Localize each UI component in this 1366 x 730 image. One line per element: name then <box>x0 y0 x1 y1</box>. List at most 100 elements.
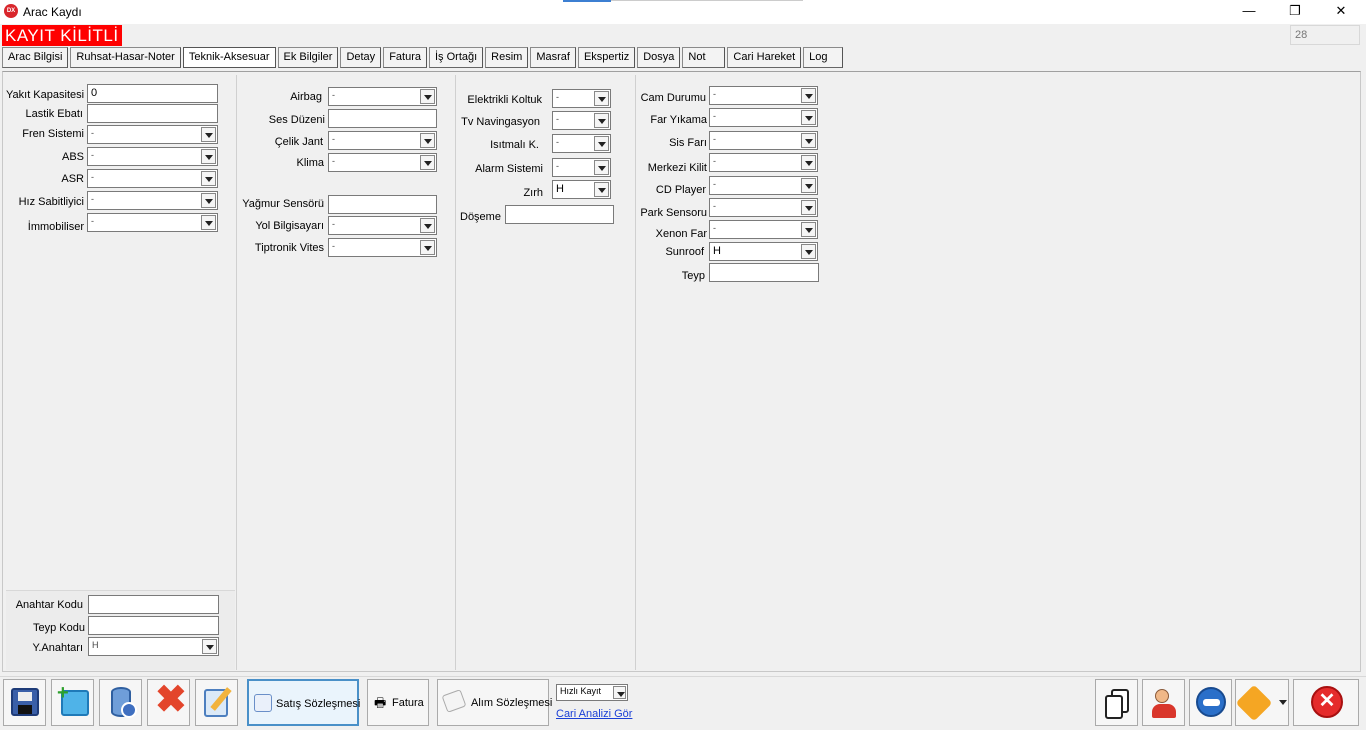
database-button[interactable] <box>99 679 142 726</box>
alarm-combo[interactable]: - <box>552 158 611 177</box>
tag-button[interactable] <box>1235 679 1289 726</box>
tag-dropdown-icon[interactable] <box>1279 700 1287 705</box>
cd-dropdown-icon[interactable] <box>801 178 816 193</box>
tab-fatura[interactable]: Fatura <box>383 47 427 68</box>
tab-ekspertiz[interactable]: Ekspertiz <box>577 47 636 68</box>
xenon-dropdown-icon[interactable] <box>801 222 816 237</box>
yol-dropdown-icon[interactable] <box>420 218 435 233</box>
zirh-dropdown-icon[interactable] <box>594 182 609 197</box>
jant-combo[interactable]: - <box>328 131 437 150</box>
far-dropdown-icon[interactable] <box>801 110 816 125</box>
fren-dropdown-icon[interactable] <box>201 127 216 142</box>
fren-combo[interactable]: - <box>87 125 218 144</box>
asr-dropdown-icon[interactable] <box>201 171 216 186</box>
tab-resim[interactable]: Resim <box>485 47 529 68</box>
tab-ek-bilgiler[interactable]: Ek Bilgiler <box>277 47 339 68</box>
zirh-combo[interactable]: H <box>552 180 611 199</box>
jant-dropdown-icon[interactable] <box>420 133 435 148</box>
sunroof-dropdown-icon[interactable] <box>801 244 816 259</box>
yanahtar-combo[interactable]: H <box>88 637 219 656</box>
teypkod-input[interactable] <box>88 616 219 635</box>
restore-button[interactable]: ❐ <box>1272 0 1318 24</box>
tab-cari-hareket[interactable]: Cari Hareket <box>727 47 802 68</box>
tv-dropdown-icon[interactable] <box>594 113 609 128</box>
anahtar-label: Anahtar Kodu <box>15 599 83 611</box>
isitmali-dropdown-icon[interactable] <box>594 136 609 151</box>
info-icon <box>121 702 137 718</box>
save-button[interactable] <box>3 679 46 726</box>
airbag-combo[interactable]: - <box>328 87 437 106</box>
teyp-input[interactable] <box>709 263 819 282</box>
klima-dropdown-icon[interactable] <box>420 155 435 170</box>
cam-combo[interactable]: - <box>709 86 818 105</box>
yakit-input[interactable]: 0 <box>87 84 218 103</box>
edit-button[interactable] <box>195 679 238 726</box>
close-window-button[interactable]: ✕ <box>1318 0 1364 24</box>
tab-is-ortagi[interactable]: İş Ortağı <box>428 47 484 68</box>
koltuk-combo[interactable]: - <box>552 89 611 108</box>
tab-detay[interactable]: Detay <box>340 47 382 68</box>
cari-analizi-link[interactable]: Cari Analizi Gör <box>556 708 632 720</box>
tv-value: - <box>556 114 559 124</box>
far-combo[interactable]: - <box>709 108 818 127</box>
immo-dropdown-icon[interactable] <box>201 215 216 230</box>
tab-teknik-aksesuar[interactable]: Teknik-Aksesuar <box>182 47 276 68</box>
tab-ruhsat-hasar-noter[interactable]: Ruhsat-Hasar-Noter <box>70 47 181 68</box>
minimize-button[interactable]: — <box>1226 0 1272 24</box>
klima-combo[interactable]: - <box>328 153 437 172</box>
copy-button[interactable] <box>1095 679 1138 726</box>
vehicle-button[interactable] <box>1189 679 1232 726</box>
merkezi-combo[interactable]: - <box>709 153 818 172</box>
tiptronik-combo[interactable]: - <box>328 238 437 257</box>
alarm-dropdown-icon[interactable] <box>594 160 609 175</box>
tab-dosya[interactable]: Dosya <box>637 47 681 68</box>
alim-sozlesmesi-button[interactable]: Alım Sözleşmesi <box>437 679 552 726</box>
customer-button[interactable] <box>1142 679 1185 726</box>
isitmali-value: - <box>556 137 559 147</box>
jant-value: - <box>332 134 335 144</box>
yol-label: Yol Bilgisayarı <box>255 220 324 232</box>
new-record-button[interactable]: + <box>51 679 94 726</box>
cam-dropdown-icon[interactable] <box>801 88 816 103</box>
abs-label: ABS <box>61 151 84 163</box>
park-combo[interactable]: - <box>709 198 818 217</box>
hiz-combo[interactable]: - <box>87 191 218 210</box>
sis-combo[interactable]: - <box>709 131 818 150</box>
tab-not[interactable]: Not <box>682 47 726 68</box>
satis-sozlesmesi-button[interactable]: Satış Sözleşmesi <box>247 679 360 726</box>
sunroof-combo[interactable]: H <box>709 242 818 261</box>
abs-combo[interactable]: - <box>87 147 218 166</box>
tiptronik-dropdown-icon[interactable] <box>420 240 435 255</box>
tab-log[interactable]: Log <box>803 47 844 68</box>
cd-combo[interactable]: - <box>709 176 818 195</box>
tv-label: Tv Navingasyon <box>461 116 540 128</box>
ses-input[interactable] <box>328 109 437 128</box>
hiz-dropdown-icon[interactable] <box>201 193 216 208</box>
xenon-combo[interactable]: - <box>709 220 818 239</box>
isitmali-combo[interactable]: - <box>552 134 611 153</box>
tab-masraf[interactable]: Masraf <box>530 47 576 68</box>
yanahtar-dropdown-icon[interactable] <box>202 639 217 654</box>
far-value: - <box>713 111 716 121</box>
airbag-dropdown-icon[interactable] <box>420 89 435 104</box>
immo-combo[interactable]: - <box>87 213 218 232</box>
tab-arac-bilgisi[interactable]: Arac Bilgisi <box>2 47 69 68</box>
jant-label: Çelik Jant <box>274 136 323 148</box>
fatura-button[interactable]: 🖶 Fatura <box>367 679 429 726</box>
sis-dropdown-icon[interactable] <box>801 133 816 148</box>
doseme-input[interactable] <box>505 205 614 224</box>
anahtar-input[interactable] <box>88 595 219 614</box>
close-form-button[interactable]: ✕ <box>1293 679 1359 726</box>
hizli-kayit-dropdown-icon[interactable] <box>613 686 626 699</box>
abs-dropdown-icon[interactable] <box>201 149 216 164</box>
asr-combo[interactable]: - <box>87 169 218 188</box>
delete-button[interactable]: ✖ <box>147 679 190 726</box>
koltuk-dropdown-icon[interactable] <box>594 91 609 106</box>
hizli-kayit-combo[interactable]: Hızlı Kayıt <box>556 684 628 701</box>
merkezi-dropdown-icon[interactable] <box>801 155 816 170</box>
yol-combo[interactable]: - <box>328 216 437 235</box>
lastik-input[interactable] <box>87 104 218 123</box>
tv-combo[interactable]: - <box>552 111 611 130</box>
park-dropdown-icon[interactable] <box>801 200 816 215</box>
yagmur-input[interactable] <box>328 195 437 214</box>
